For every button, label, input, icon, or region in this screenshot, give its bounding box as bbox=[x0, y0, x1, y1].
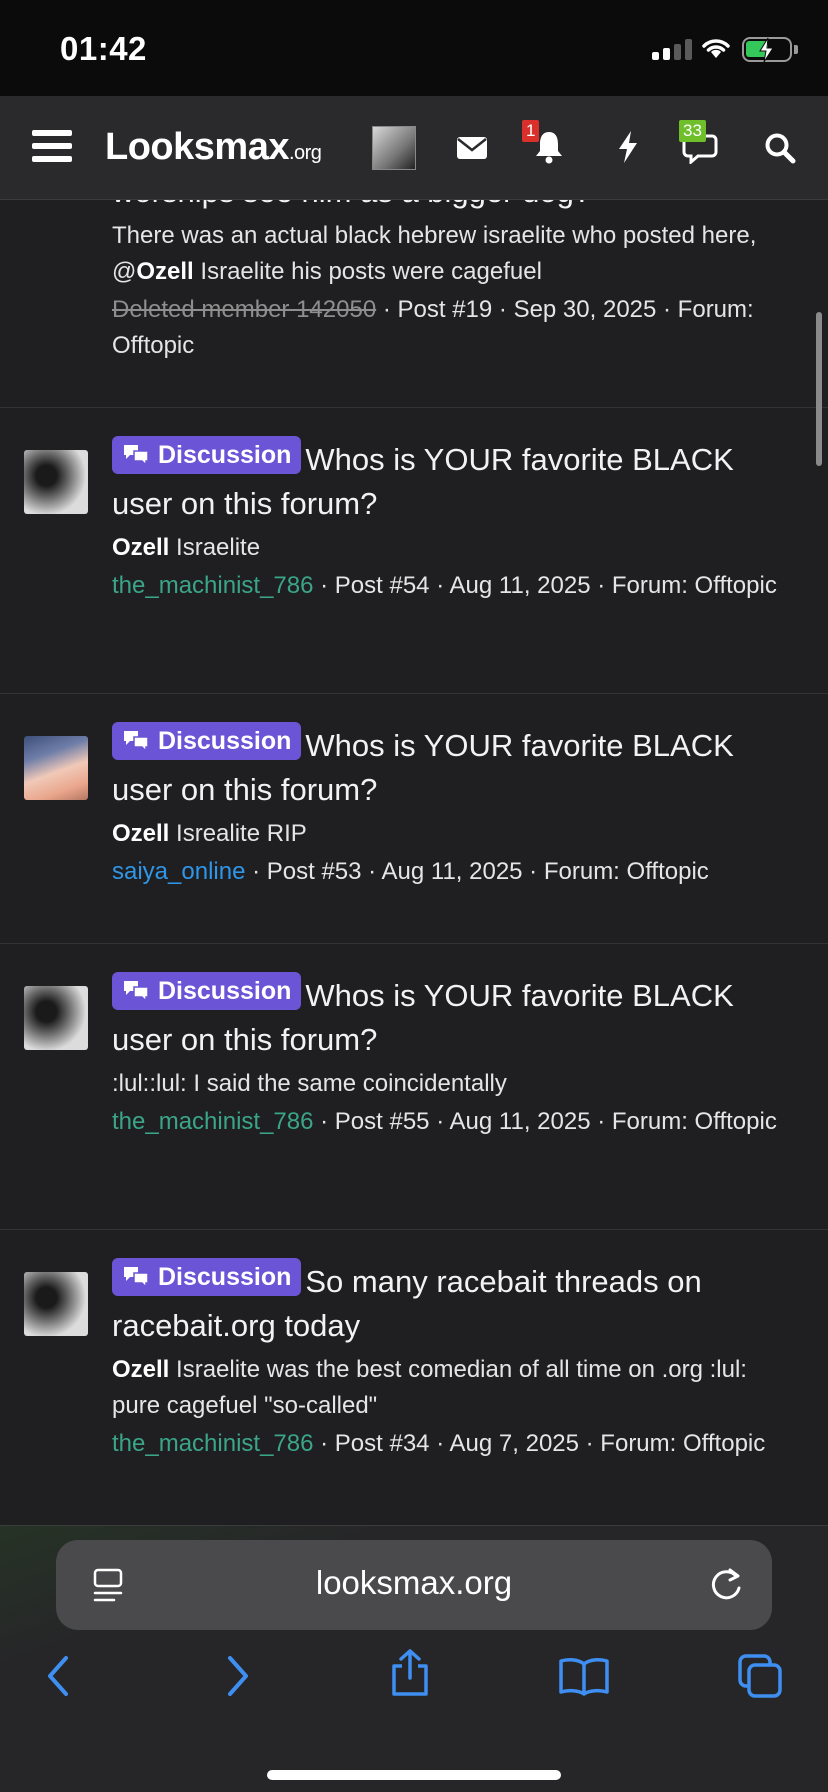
result-title[interactable]: Discussion Whos is YOUR favorite BLACK u… bbox=[112, 972, 792, 1062]
search-icon[interactable] bbox=[764, 132, 796, 164]
chat-bubbles-icon bbox=[124, 445, 149, 467]
status-time: 01:42 bbox=[60, 30, 147, 67]
bookmarks-icon[interactable] bbox=[558, 1656, 610, 1696]
chat-bubbles-icon bbox=[124, 981, 149, 1003]
account-avatar[interactable] bbox=[372, 126, 416, 170]
cellular-signal-icon bbox=[652, 38, 692, 60]
site-logo[interactable]: Looksmax.org bbox=[105, 126, 322, 169]
result-meta: the_machinist_786 · Post #34 · Aug 7, 20… bbox=[112, 1430, 766, 1457]
inbox-icon[interactable] bbox=[456, 136, 488, 160]
back-icon[interactable] bbox=[44, 1654, 74, 1698]
alerts-badge: 1 bbox=[522, 120, 540, 142]
menu-icon[interactable] bbox=[32, 130, 72, 164]
logo-suffix: .org bbox=[288, 142, 322, 164]
whats-new-bolt-icon[interactable] bbox=[616, 130, 640, 164]
browser-toolbar: looksmax.org bbox=[0, 1525, 828, 1792]
result-snippet: :lul::lul: I said the same coincidentall… bbox=[112, 1070, 507, 1097]
author-name: Deleted member 142050 bbox=[112, 296, 377, 323]
list-item[interactable]: Discussion Whos is YOUR favorite BLACK u… bbox=[0, 694, 828, 944]
conversations-badge: 33 bbox=[679, 120, 706, 142]
list-item[interactable]: Discussion Whos is YOUR favorite BLACK u… bbox=[0, 408, 828, 694]
result-meta: the_machinist_786 · Post #54 · Aug 11, 2… bbox=[112, 572, 777, 599]
discussion-badge: Discussion bbox=[112, 436, 302, 474]
tabs-icon[interactable] bbox=[736, 1652, 784, 1700]
result-meta: Deleted member 142050 · Post #19 · Sep 3… bbox=[112, 296, 754, 359]
reload-icon[interactable] bbox=[708, 1566, 744, 1604]
author-name[interactable]: saiya_online bbox=[112, 858, 245, 885]
status-bar: 01:42 bbox=[0, 0, 828, 96]
result-title[interactable]: Discussion So many racebait threads on r… bbox=[112, 1258, 792, 1348]
forum-header: Looksmax.org 1 33 bbox=[0, 96, 828, 200]
address-bar[interactable]: looksmax.org bbox=[56, 1540, 772, 1630]
result-snippet: Ozell Israelite was the best comedian of… bbox=[112, 1356, 747, 1419]
scrollbar[interactable] bbox=[816, 312, 822, 466]
result-snippet: Ozell Isrealite RIP bbox=[112, 820, 307, 847]
discussion-badge: Discussion bbox=[112, 972, 302, 1010]
result-meta: the_machinist_786 · Post #55 · Aug 11, 2… bbox=[112, 1108, 777, 1135]
wifi-icon bbox=[702, 39, 730, 58]
result-title[interactable]: Discussion Whos is YOUR favorite BLACK u… bbox=[112, 436, 792, 526]
result-title[interactable]: Discussion Whos is YOUR favorite BLACK u… bbox=[112, 722, 792, 812]
avatar[interactable] bbox=[24, 1272, 88, 1336]
list-item[interactable]: Discussion So many racebait threads on r… bbox=[0, 1230, 828, 1525]
mention-user[interactable]: Ozell bbox=[112, 1356, 169, 1383]
result-title[interactable]: worships see him as a bigger dog? bbox=[112, 200, 792, 214]
author-name[interactable]: the_machinist_786 bbox=[112, 1430, 313, 1457]
avatar[interactable] bbox=[24, 450, 88, 514]
mention-user[interactable]: Ozell bbox=[112, 534, 169, 561]
discussion-badge: Discussion bbox=[112, 722, 302, 760]
list-item[interactable]: worships see him as a bigger dog? There … bbox=[0, 200, 828, 408]
list-item[interactable]: Discussion Whos is YOUR favorite BLACK u… bbox=[0, 944, 828, 1230]
battery-icon bbox=[742, 37, 798, 63]
result-snippet: There was an actual black hebrew israeli… bbox=[112, 222, 757, 285]
chat-bubbles-icon bbox=[124, 1267, 149, 1289]
discussion-badge: Discussion bbox=[112, 1258, 302, 1296]
avatar[interactable] bbox=[24, 986, 88, 1050]
logo-main: Looksmax bbox=[105, 126, 289, 168]
chat-bubbles-icon bbox=[124, 731, 149, 753]
author-name[interactable]: the_machinist_786 bbox=[112, 572, 313, 599]
result-snippet: Ozell Israelite bbox=[112, 534, 261, 561]
result-meta: saiya_online · Post #53 · Aug 11, 2025 ·… bbox=[112, 858, 709, 885]
avatar[interactable] bbox=[24, 736, 88, 800]
mention-user[interactable]: Ozell bbox=[136, 258, 193, 285]
home-indicator[interactable] bbox=[267, 1770, 561, 1780]
mention-user[interactable]: Ozell bbox=[112, 820, 169, 847]
url-text[interactable]: looksmax.org bbox=[56, 1564, 772, 1602]
share-icon[interactable] bbox=[388, 1648, 432, 1698]
author-name[interactable]: the_machinist_786 bbox=[112, 1108, 313, 1135]
search-results-list: worships see him as a bigger dog? There … bbox=[0, 200, 828, 1525]
forward-icon[interactable] bbox=[222, 1654, 252, 1698]
